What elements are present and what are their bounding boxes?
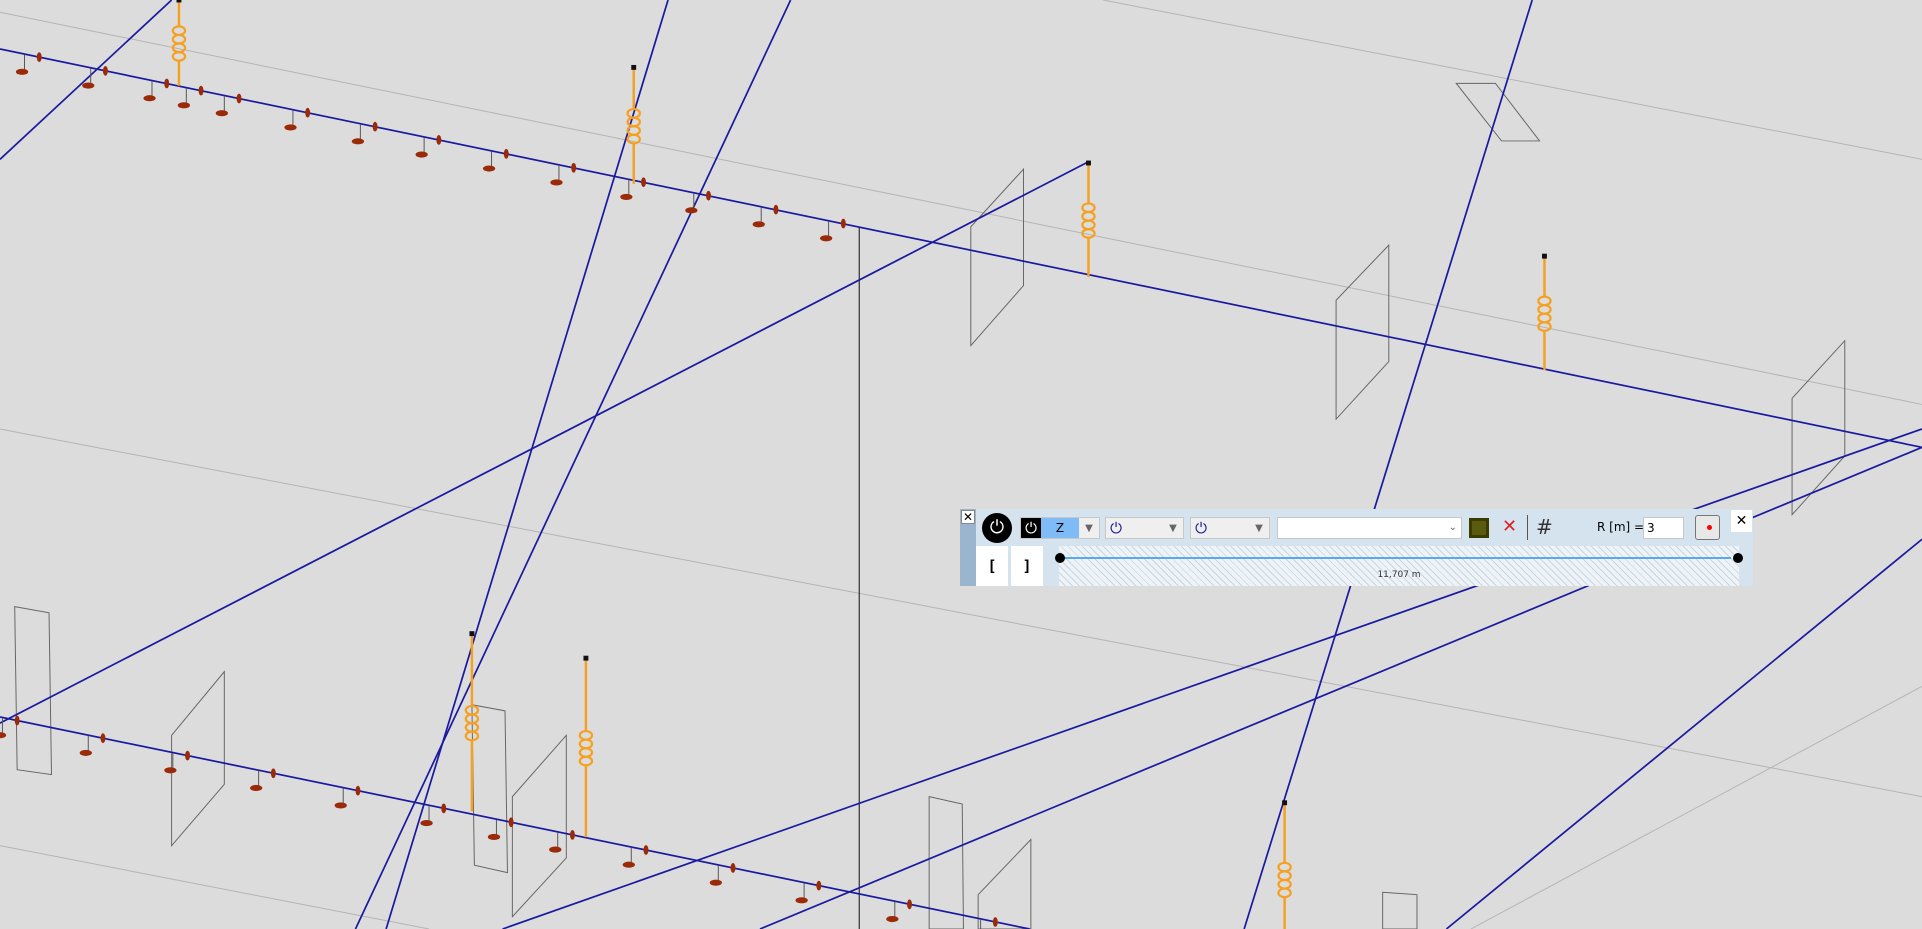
power-icon-button[interactable]: ⏻ — [982, 513, 1012, 543]
slider-track — [1063, 557, 1731, 559]
axis-value: Z — [1041, 518, 1079, 538]
chevron-down-icon: ▼ — [1255, 522, 1263, 534]
beam-section-toolbar: ✕ ⏻ ⏻ Z ▼ ⏻ ▼ ⏻ ▼ ⌄ ✕ # R [m] = ✕ [ ] 11… — [960, 509, 1753, 586]
chevron-down-icon: ▼ — [1169, 522, 1177, 534]
3d-model-viewport[interactable] — [0, 0, 1922, 929]
grid-section-icon-button[interactable]: # — [1536, 515, 1553, 539]
spring-icon[interactable] — [1081, 160, 1096, 277]
spring-icon[interactable] — [578, 655, 594, 838]
spring-icon[interactable] — [626, 64, 641, 184]
position-slider[interactable]: 11,707 m — [1055, 546, 1743, 586]
support-markers — [0, 52, 998, 929]
power-icon: ⏻ — [1110, 519, 1122, 537]
beam-lines[interactable] — [0, 0, 1922, 929]
spring-icon[interactable] — [1277, 800, 1292, 929]
radius-input[interactable] — [1643, 517, 1684, 539]
close-left-button[interactable]: ✕ — [961, 510, 975, 524]
grid-lines — [0, 0, 1922, 929]
chevron-down-icon: ▼ — [1085, 522, 1093, 534]
axis-combo[interactable]: ⏻ Z ▼ — [1020, 517, 1100, 539]
filter-combo-2[interactable]: ⏻ ▼ — [1190, 517, 1270, 539]
filter-combo-1[interactable]: ⏻ ▼ — [1105, 517, 1184, 539]
name-combo[interactable]: ⌄ — [1277, 517, 1462, 539]
power-icon: ⏻ — [1195, 519, 1207, 537]
close-right-button[interactable]: ✕ — [1731, 510, 1752, 532]
spring-icon[interactable] — [1537, 253, 1552, 371]
range-start-button[interactable]: [ — [976, 546, 1008, 586]
cube-view-icon-button[interactable] — [1695, 515, 1720, 540]
chevron-down-icon: ⌄ — [1448, 522, 1457, 533]
power-icon: ⏻ — [1021, 518, 1041, 538]
radius-label: R [m] = — [1597, 520, 1645, 534]
save-icon-button[interactable] — [1469, 518, 1489, 538]
spring-icon[interactable] — [171, 0, 187, 86]
range-end-button[interactable]: ] — [1011, 546, 1043, 586]
delete-icon-button[interactable]: ✕ — [1502, 516, 1517, 537]
separator — [1527, 515, 1528, 540]
surface-outlines — [14, 82, 1846, 929]
spring-elements[interactable] — [171, 0, 1552, 929]
slider-length-label: 11,707 m — [1377, 570, 1421, 580]
slider-start-handle[interactable] — [1055, 553, 1065, 563]
slider-end-handle[interactable] — [1733, 553, 1743, 563]
support-icon — [980, 917, 998, 929]
